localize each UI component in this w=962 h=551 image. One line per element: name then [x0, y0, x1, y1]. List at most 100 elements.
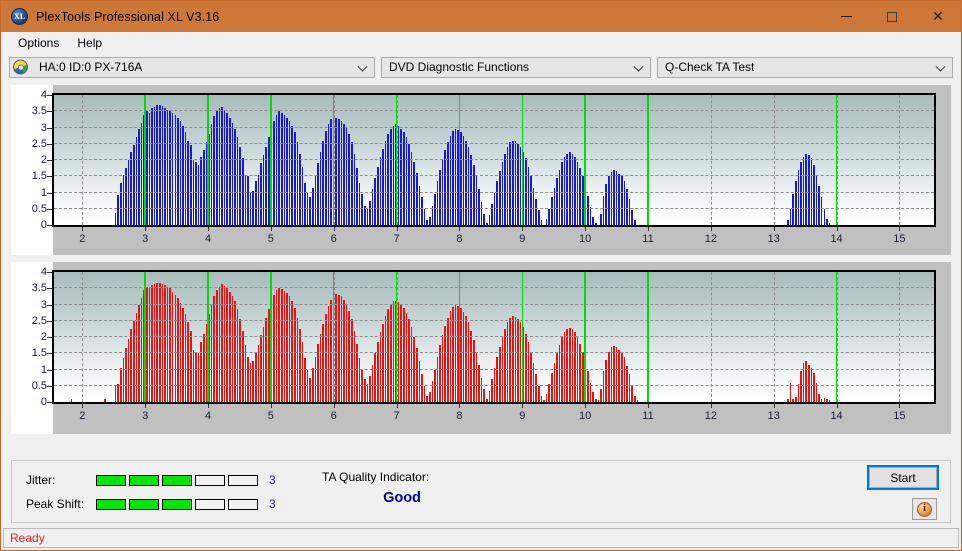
chart-bar [444, 325, 447, 402]
chart-bar [615, 171, 618, 225]
chart-bar [587, 195, 589, 225]
chart-bar [405, 137, 408, 225]
chart-bar [488, 390, 491, 402]
chart-bar [190, 145, 192, 225]
y-axis-label: 1.5 [31, 170, 47, 183]
chart-bar [548, 384, 550, 402]
chart-bar [197, 164, 200, 225]
chart-bar [140, 298, 143, 402]
peak-shift-segment [129, 498, 159, 510]
chart-bar [319, 151, 322, 225]
chart-bar [413, 337, 415, 402]
chart-bar [195, 351, 197, 402]
jitter-chart-y-axis: 0 0.5 1 1.5 2 2.5 3 3.5 4 [11, 85, 52, 235]
chart-bar [823, 208, 826, 225]
x-axis-tick [82, 227, 84, 231]
x-axis-tick [270, 227, 272, 231]
chart-bar [478, 364, 480, 402]
chart-bar [511, 315, 514, 402]
x-axis-label: 15 [893, 233, 906, 245]
function-select[interactable]: DVD Diagnostic Functions [381, 56, 651, 78]
chart-bar [340, 121, 343, 225]
chart-bar [127, 338, 130, 402]
chart-bar [231, 122, 234, 225]
minimize-button[interactable] [823, 1, 869, 32]
x-axis-label: 7 [393, 410, 400, 422]
drive-select[interactable]: HA:0 ID:0 PX-716A [9, 56, 375, 78]
chart-bar [192, 350, 195, 402]
chart-bar [633, 395, 636, 402]
chart-bar [130, 151, 132, 225]
x-axis-label: 8 [456, 233, 463, 245]
chart-bar [579, 168, 582, 225]
maximize-button[interactable] [869, 1, 915, 32]
chart-bar [439, 169, 441, 225]
chart-bar [408, 143, 410, 225]
chart-bar [405, 312, 408, 402]
chart-bar [132, 320, 135, 402]
x-axis-tick [208, 227, 209, 231]
chart-bar [174, 294, 177, 402]
chart-bar [828, 223, 831, 225]
x-axis-label: 11 [642, 410, 654, 422]
chart-bar [608, 176, 610, 225]
jitter-segment [162, 474, 192, 486]
chart-bar [213, 296, 216, 402]
chart-bar [462, 311, 465, 402]
chart-bar [306, 369, 309, 402]
chart-bar [633, 220, 636, 225]
chart-bar [415, 348, 418, 402]
chart-bar [548, 208, 550, 225]
x-axis-tick [270, 404, 272, 408]
x-axis-label: 9 [519, 233, 526, 245]
chart-bar [236, 309, 239, 402]
chart-bar [537, 385, 540, 402]
chart-bar [535, 374, 537, 402]
info-button[interactable]: i [912, 498, 937, 520]
x-axis-label: 3 [142, 233, 149, 245]
chart-bar [296, 142, 299, 225]
function-select-value: DVD Diagnostic Functions [389, 60, 530, 74]
test-select[interactable]: Q-Check TA Test [657, 56, 953, 78]
chart-bar [410, 327, 413, 402]
x-axis-tick [648, 404, 649, 408]
x-axis-label: 10 [579, 410, 592, 422]
close-button[interactable]: ✕ [915, 1, 961, 32]
x-axis-tick [836, 404, 838, 408]
chart-bar [613, 346, 615, 402]
x-axis-tick [459, 404, 461, 408]
chart-bar [823, 398, 826, 402]
marker-line [395, 95, 398, 225]
y-axis-label: 2.5 [31, 137, 47, 150]
chevron-down-icon [937, 62, 945, 70]
chart-bar [558, 345, 561, 402]
disc-drive-icon [13, 59, 28, 75]
menu-bar: Options Help [1, 32, 961, 53]
start-button[interactable]: Start [867, 465, 939, 490]
chart-bar [428, 216, 431, 225]
chart-bar [794, 181, 797, 225]
peak-shift-chart-plot [52, 270, 936, 404]
chart-bar [818, 393, 820, 402]
chart-bar [807, 364, 810, 402]
chart-bar [309, 377, 312, 402]
chart-bar [467, 322, 470, 402]
chart-bar [338, 119, 340, 225]
chart-bar [286, 117, 288, 225]
chart-bar [488, 215, 491, 225]
x-axis-tick [773, 404, 775, 408]
x-axis-label: 3 [142, 410, 149, 422]
menu-item-help[interactable]: Help [68, 34, 111, 52]
menu-item-options[interactable]: Options [9, 34, 68, 52]
grid-line [54, 142, 934, 144]
maximize-icon [887, 11, 897, 22]
x-axis-tick [396, 227, 398, 231]
x-axis-label: 11 [642, 233, 654, 245]
chart-bar [421, 197, 423, 225]
x-axis-tick [82, 404, 84, 408]
chart-bar [473, 340, 475, 402]
chart-bar [447, 142, 449, 225]
x-axis-tick [522, 404, 524, 408]
x-axis-label: 5 [267, 233, 274, 245]
chart-bar [535, 199, 537, 225]
